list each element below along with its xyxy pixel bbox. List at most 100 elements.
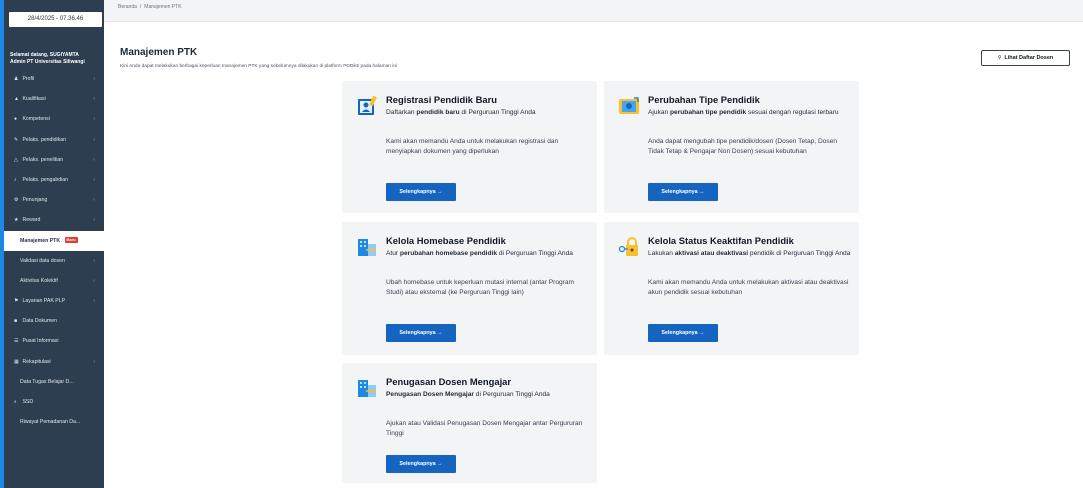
card-title: Kelola Status Keaktifan Pendidik <box>648 235 794 246</box>
card-more-button[interactable]: Selengkapnya → <box>648 324 718 342</box>
card-description-bold: pendidik baru <box>416 109 460 116</box>
card-description-pre: Ajukan <box>648 109 670 116</box>
sidebar-item-reward[interactable]: ★ Reward ‹ <box>4 210 104 230</box>
card-more-button[interactable]: Selengkapnya → <box>386 183 456 201</box>
sidebar-item-data-dokumen[interactable]: ■ Data Dokumen <box>4 311 104 331</box>
card-description: Penugasan Dosen Mengajar di Perguruan Ti… <box>386 390 591 400</box>
search-icon: ⚲ <box>997 55 1002 61</box>
sidebar-item-label: Pusat Informasi <box>22 338 59 345</box>
card-title: Registrasi Pendidik Baru <box>386 94 497 105</box>
chevron-left-icon: ‹ <box>93 358 95 365</box>
sidebar-item-profil[interactable]: ♟ Profil ‹ <box>4 69 104 89</box>
clock-display: 28/4/2025 - 07.36.46 <box>9 12 102 27</box>
chevron-left-icon: ‹ <box>93 298 95 305</box>
card-description-bold: perubahan homebase pendidik <box>399 250 498 257</box>
page-subtitle: Kini Anda dapat melakukan berbagai keper… <box>120 64 398 69</box>
top-bar: Beranda / Manajemen PTK <box>104 0 1083 22</box>
sidebar-item-label: Reward <box>22 217 41 224</box>
sidebar-item-riwayat-pemadanan[interactable]: Riwayat Pemadanan Da... <box>4 412 104 432</box>
card-more-button[interactable]: Selengkapnya → <box>648 183 718 201</box>
lock-key-icon <box>618 237 638 256</box>
view-lecturer-list-button[interactable]: ⚲ Lihat Daftar Dosen <box>981 50 1070 66</box>
user-greeting: Selamat datang, SUGIYAMTA Admin PT Unive… <box>10 52 104 66</box>
card-title: Kelola Homebase Pendidik <box>386 235 506 246</box>
card-description: Atur perubahan homebase pendidik di Perg… <box>386 249 591 259</box>
chevron-left-icon: ‹ <box>93 136 95 143</box>
sidebar-item-label: Pelaks. pengabdian <box>22 176 69 183</box>
flask-icon: △ <box>14 156 18 163</box>
sidebar-item-manajemen-ptk[interactable]: Manajemen PTK Baru <box>4 230 104 251</box>
chevron-left-icon: ‹ <box>93 257 95 264</box>
card-description-post: di Perguruan Tinggi Anda <box>473 391 550 398</box>
sidebar-item-kualifikasi[interactable]: ▲ Kualifikasi ‹ <box>4 89 104 109</box>
breadcrumb-separator: / <box>139 4 142 10</box>
card-title: Perubahan Tipe Pendidik <box>648 94 760 105</box>
sidebar-item-ssd[interactable]: ◐ SSD <box>4 392 104 412</box>
settings-icon: ⚙ <box>14 197 19 204</box>
sidebar-item-label: Layanan PAK PLP <box>22 298 66 305</box>
chevron-left-icon: ‹ <box>93 277 95 284</box>
id-card-change-icon <box>619 97 639 114</box>
sidebar: 28/4/2025 - 07.36.46 Selamat datang, SUG… <box>4 0 104 488</box>
list-icon: ☰ <box>14 338 19 345</box>
sidebar-item-label: Pelaks. pendidikan <box>22 136 66 143</box>
card-description-post: di Perguruan Tinggi Anda <box>459 109 536 116</box>
sidebar-item-rekapitulasi[interactable]: ▦ Rekapitulasi ‹ <box>4 352 104 372</box>
card-description-post: di Perguruan Tinggi Anda <box>497 250 573 257</box>
sidebar-item-label: Aktivitas Kolektif <box>20 277 58 284</box>
sidebar-item-pelaks-pengabdian[interactable]: ♪ Pelaks. pengabdian ‹ <box>4 170 104 190</box>
card-title: Penugasan Dosen Mengajar <box>386 376 512 387</box>
greeting-text: Selamat datang, SUGIYAMTA <box>10 52 79 58</box>
card-description-pre: Lakukan <box>648 250 675 257</box>
new-badge: Baru <box>64 237 78 244</box>
sidebar-item-pusat-informasi[interactable]: ☰ Pusat Informasi <box>4 331 104 351</box>
breadcrumb-current: Manajemen PTK <box>144 4 182 10</box>
sidebar-item-label: Pelaks. penelitian <box>22 156 64 163</box>
card-more-button[interactable]: Selengkapnya → <box>386 324 456 342</box>
pen-icon: ✎ <box>14 136 19 143</box>
chevron-left-icon: ‹ <box>93 76 95 82</box>
card-description-pre: Daftarkan <box>386 109 417 116</box>
app-frame: 28/4/2025 - 07.36.46 Selamat datang, SUG… <box>0 0 1083 488</box>
breadcrumb-home[interactable]: Beranda <box>118 4 137 10</box>
chevron-left-icon: ‹ <box>93 197 95 204</box>
users-icon: ● <box>14 116 18 123</box>
card-perubahan-tipe: Perubahan Tipe Pendidik Ajukan perubahan… <box>604 81 859 213</box>
chevron-left-icon: ‹ <box>93 96 95 103</box>
handshake-icon: ♪ <box>14 176 17 183</box>
sidebar-item-label: Profil <box>22 76 35 82</box>
chevron-left-icon: ‹ <box>93 176 95 183</box>
sidebar-item-data-tugas-belajar[interactable]: Data Tugas Belajar D... <box>4 372 104 392</box>
card-body: Kami akan memandu Anda untuk melakukan r… <box>386 138 559 155</box>
card-penugasan-dosen: Penugasan Dosen Mengajar Penugasan Dosen… <box>342 363 597 483</box>
sidebar-item-aktivitas-kolektif[interactable]: Aktivitas Kolektif ‹ <box>4 271 104 291</box>
sidebar-item-kompetensi[interactable]: ● Kompetensi ‹ <box>4 109 104 129</box>
sidebar-item-layanan-pak-plp[interactable]: ⚑ Layanan PAK PLP ‹ <box>4 291 104 311</box>
sidebar-item-penunjang[interactable]: ⚙ Penunjang ‹ <box>4 190 104 210</box>
view-lecturer-list-label: Lihat Daftar Dosen <box>1004 55 1054 61</box>
flag-icon: ⚑ <box>14 298 19 305</box>
card-description: Lakukan aktivasi atau deaktivasi pendidi… <box>648 249 853 259</box>
sidebar-item-validasi-data-dosen[interactable]: Validasi data dosen ‹ <box>4 251 104 271</box>
sidebar-item-label: SSD <box>22 399 34 405</box>
card-more-button[interactable]: Selengkapnya → <box>386 455 456 473</box>
sidebar-item-pelaks-pendidikan[interactable]: ✎ Pelaks. pendidikan ‹ <box>4 130 104 150</box>
card-description-post: sesuai dengan regulasi terbaru <box>746 109 839 116</box>
card-description-bold: Penugasan Dosen Mengajar <box>386 391 474 398</box>
card-description: Ajukan perubahan tipe pendidik sesuai de… <box>648 108 853 118</box>
sidebar-item-label: Data Tugas Belajar D... <box>20 378 74 385</box>
folder-icon: ■ <box>14 318 18 325</box>
chevron-left-icon: ‹ <box>93 116 95 123</box>
sidebar-item-pelaks-penelitian[interactable]: △ Pelaks. penelitian ‹ <box>4 150 104 170</box>
sidebar-item-label: Manajemen PTK <box>20 237 61 244</box>
sidebar-item-label: Kompetensi <box>22 116 50 123</box>
card-description-pre: Atur <box>386 250 400 257</box>
trophy-icon: ★ <box>14 217 19 224</box>
card-status-keaktifan: Kelola Status Keaktifan Pendidik Lakukan… <box>604 222 859 355</box>
card-body: Kami akan memandu Anda untuk melakukan a… <box>648 279 849 296</box>
page-title: Manajemen PTK <box>120 47 198 58</box>
graduation-cap-icon: ▲ <box>14 96 19 103</box>
card-description-post: pendidik di Perguruan Tinggi Anda <box>748 250 851 257</box>
person-icon: ♟ <box>14 76 19 82</box>
building-transfer-icon <box>358 239 376 256</box>
